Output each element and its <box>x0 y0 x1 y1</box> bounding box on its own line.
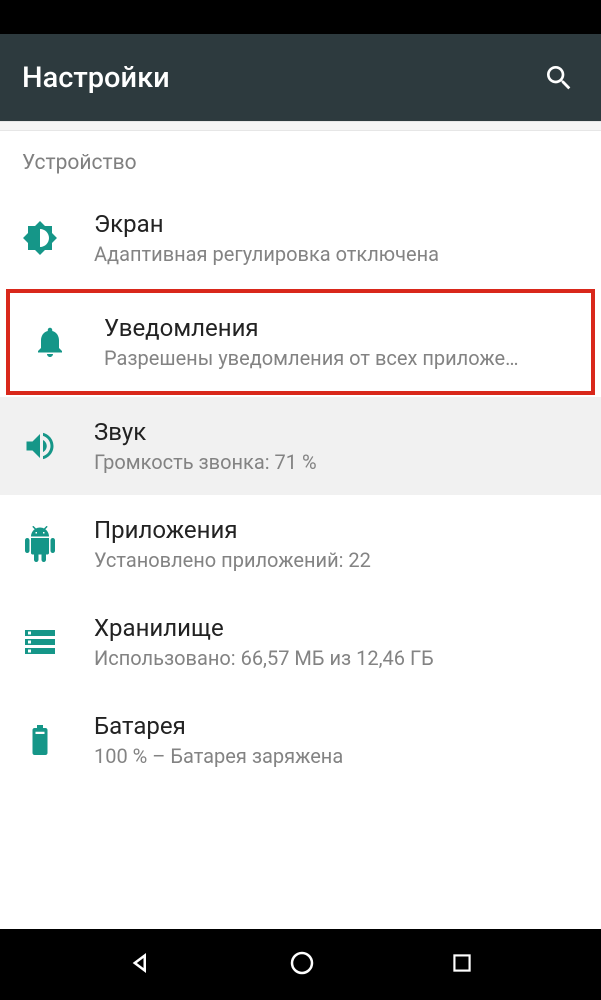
display-icon <box>22 220 58 256</box>
navigation-bar <box>0 929 601 1000</box>
storage-icon <box>22 624 58 660</box>
nav-back-button[interactable] <box>126 948 156 982</box>
setting-item-notifications[interactable]: Уведомления Разрешены уведомления от все… <box>10 293 591 391</box>
setting-title: Звук <box>94 418 579 446</box>
setting-title: Экран <box>94 210 579 238</box>
setting-subtitle: Использовано: 66,57 МБ из 12,46 ГБ <box>94 646 579 670</box>
setting-subtitle: Установлено приложений: 22 <box>94 548 579 572</box>
setting-item-storage[interactable]: Хранилище Использовано: 66,57 МБ из 12,4… <box>0 593 601 691</box>
battery-icon <box>22 722 58 758</box>
volume-icon <box>22 428 58 464</box>
highlight-box: Уведомления Разрешены уведомления от все… <box>6 289 595 395</box>
nav-recent-button[interactable] <box>449 950 475 980</box>
search-icon <box>543 62 575 94</box>
divider <box>0 121 601 131</box>
page-title: Настройки <box>22 61 170 95</box>
setting-title: Приложения <box>94 516 579 544</box>
setting-item-battery[interactable]: Батарея 100 % – Батарея заряжена <box>0 691 601 789</box>
search-button[interactable] <box>539 58 579 98</box>
apps-icon <box>22 526 58 562</box>
setting-item-display[interactable]: Экран Адаптивная регулировка отключена <box>0 189 601 287</box>
setting-subtitle: Разрешены уведомления от всех приложе… <box>104 346 569 370</box>
recent-icon <box>449 950 475 976</box>
setting-subtitle: 100 % – Батарея заряжена <box>94 744 579 768</box>
home-icon <box>287 948 317 978</box>
setting-subtitle: Громкость звонка: 71 % <box>94 450 579 474</box>
setting-title: Уведомления <box>104 314 569 342</box>
setting-title: Хранилище <box>94 614 579 642</box>
bell-icon <box>32 324 68 360</box>
status-bar <box>0 0 601 34</box>
setting-subtitle: Адаптивная регулировка отключена <box>94 242 579 266</box>
setting-item-sound[interactable]: Звук Громкость звонка: 71 % <box>0 397 601 495</box>
setting-item-apps[interactable]: Приложения Установлено приложений: 22 <box>0 495 601 593</box>
section-header: Устройство <box>0 131 601 189</box>
setting-title: Батарея <box>94 712 579 740</box>
back-icon <box>126 948 156 978</box>
app-bar: Настройки <box>0 34 601 121</box>
settings-list: Экран Адаптивная регулировка отключена У… <box>0 189 601 789</box>
nav-home-button[interactable] <box>287 948 317 982</box>
